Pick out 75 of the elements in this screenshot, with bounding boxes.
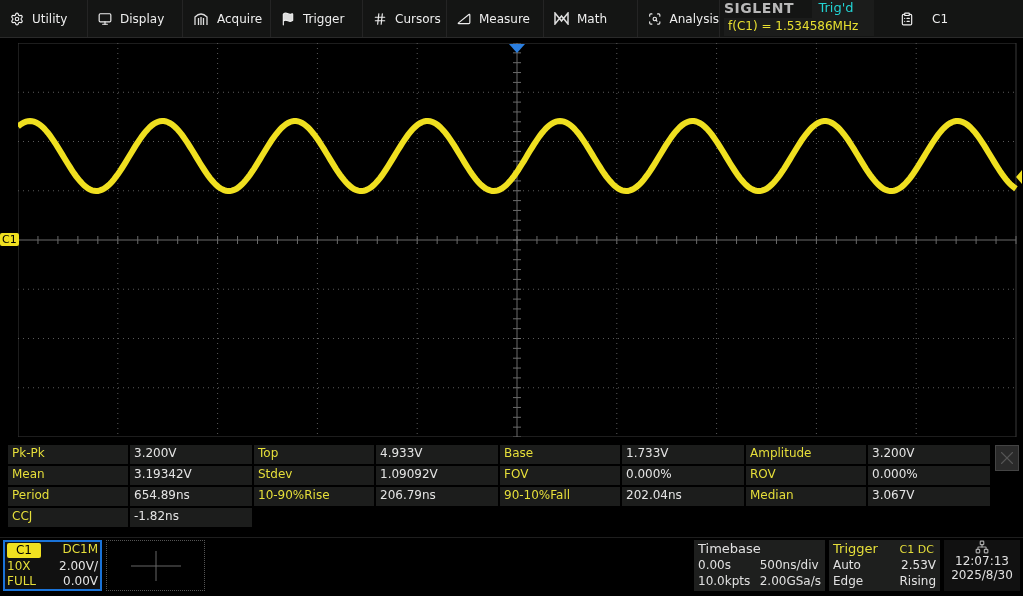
crosshair-icon: [130, 550, 181, 581]
channel-marker: C1: [0, 233, 19, 246]
trigger-panel[interactable]: Trigger C1 DC Auto 2.53V Edge Rising: [829, 540, 940, 591]
settings-icon: [10, 11, 24, 26]
measurement-value: 0.000%: [622, 466, 744, 485]
measurement-label: Mean: [8, 466, 128, 485]
measurement-label: Base: [500, 445, 620, 464]
brand-logo: SIGLENT: [724, 0, 796, 18]
triangle-ruler-icon: [457, 11, 471, 26]
empty-channel-slot[interactable]: [106, 540, 205, 591]
measurement-label: Top: [254, 445, 374, 464]
clock-time: 12:07:13: [955, 554, 1009, 568]
monitor-icon: [98, 11, 112, 26]
coupling-value: DC1M: [61, 542, 98, 558]
trigger-type: Edge: [833, 574, 865, 590]
measurement-label: Period: [8, 487, 128, 506]
menu-button[interactable]: Trigger: [271, 0, 363, 37]
clipboard-icon: [900, 11, 914, 26]
measurement-value: 3.19342V: [130, 466, 252, 485]
trigger-level-marker[interactable]: [1016, 170, 1022, 184]
scan-search-icon: [648, 11, 662, 26]
measurement-value: 3.200V: [130, 445, 252, 464]
measurement-value: 1.733V: [622, 445, 744, 464]
timebase-title: Timebase: [698, 541, 762, 558]
flag-icon: [281, 11, 295, 26]
probe-value: 10X: [7, 559, 32, 574]
measurement-label: FOV: [500, 466, 620, 485]
measurement-value: 1.09092V: [376, 466, 498, 485]
grid-icon: [373, 11, 387, 26]
channel-menu-button[interactable]: C1: [878, 0, 1018, 37]
offset-value: 0.00V: [62, 574, 98, 589]
vertical-scale: 2.00V/: [59, 559, 98, 574]
timebase-panel[interactable]: Timebase 0.00s 500ns/div 10.0kpts 2.00GSa/s: [694, 540, 825, 591]
measurement-value: 4.933V: [376, 445, 498, 464]
trigger-mode: Auto: [833, 558, 862, 574]
trigger-level: 2.53V: [900, 558, 936, 574]
trigger-position-marker[interactable]: [509, 44, 525, 53]
measurement-value: 3.067V: [868, 487, 990, 506]
memory-depth: 10.0kpts: [698, 574, 751, 590]
sample-rate: 2.00GSa/s: [759, 574, 821, 590]
menu-button[interactable]: Cursors: [363, 0, 447, 37]
measurement-label: Amplitude: [746, 445, 866, 464]
channel-label: C1: [7, 543, 41, 558]
measurement-value: 0.000%: [868, 466, 990, 485]
channel-panel[interactable]: C1 DC1M 10X 2.00V/ FULL 0.00V: [3, 540, 102, 591]
horizontal-scale: 500ns/div: [759, 558, 820, 574]
menu-button[interactable]: Measure: [447, 0, 544, 37]
trigger-slope: Rising: [899, 574, 936, 590]
measurement-value: 654.89ns: [130, 487, 252, 506]
bowtie-icon: [554, 12, 569, 25]
measurement-label: Stdev: [254, 466, 374, 485]
measurement-label: 90-10%Fall: [500, 487, 620, 506]
horizontal-delay: 0.00s: [698, 558, 732, 574]
trigger-title: Trigger: [833, 541, 878, 558]
measurement-value: -1.82ns: [130, 508, 252, 527]
measurement-label: ROV: [746, 466, 866, 485]
measurement-value: 202.04ns: [622, 487, 744, 506]
trigger-source: C1 DC: [899, 543, 935, 556]
measurement-label: Median: [746, 487, 866, 506]
trigger-status: Trig'd: [812, 0, 874, 18]
menu-button[interactable]: Utility: [0, 0, 88, 37]
network-icon: [975, 540, 989, 554]
menu-button[interactable]: Display: [88, 0, 183, 37]
measurement-label: Pk-Pk: [8, 445, 128, 464]
measurement-value: 3.200V: [868, 445, 990, 464]
menu-button[interactable]: Acquire: [183, 0, 271, 37]
arch-icon: [193, 11, 209, 26]
menu-button[interactable]: Math: [544, 0, 638, 37]
measurement-label: CCJ: [8, 508, 128, 527]
measurement-label: 10-90%Rise: [254, 487, 374, 506]
menu-button[interactable]: Analysis: [638, 0, 720, 37]
measurement-value: 206.79ns: [376, 487, 498, 506]
bandwidth-value: FULL: [7, 574, 38, 589]
frequency-counter: f(C1) = 1.534586MHz: [724, 18, 874, 36]
clock-date: 2025/8/30: [951, 568, 1013, 582]
